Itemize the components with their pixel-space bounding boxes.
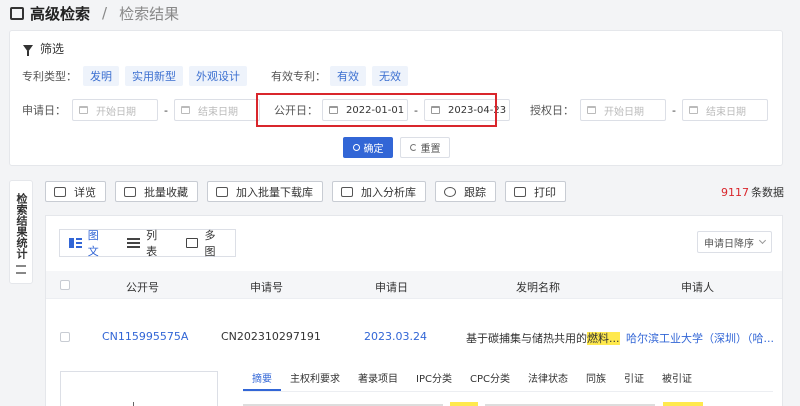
- search-icon: [352, 144, 360, 151]
- patent-type-label: 专利类型：: [22, 70, 77, 83]
- validity-invalid[interactable]: 无效: [372, 66, 408, 86]
- image-text-icon: [69, 238, 82, 248]
- filter-panel: 筛选 专利类型： 发明 实用新型 外观设计 有效专利： 有效 无效 申请日： 开…: [9, 30, 783, 166]
- chart-icon: [341, 186, 353, 197]
- list-icon: [127, 238, 141, 248]
- breadcrumb: 高级检索 / 检索结果: [10, 3, 179, 23]
- result-toolbar: 详览 批量收藏 加入批量下载库 加入分析库 跟踪 打印: [45, 181, 566, 202]
- detail-tab-ipc[interactable]: IPC分类: [407, 373, 461, 391]
- col-applicant[interactable]: 申请人: [681, 279, 714, 295]
- filter-header: 筛选: [23, 40, 64, 57]
- eye-icon: [444, 186, 456, 197]
- pub-no-link[interactable]: CN115995575A: [102, 330, 188, 343]
- detail-tab-citations[interactable]: 引证: [615, 373, 653, 391]
- result-count-number: 9117: [721, 186, 749, 199]
- apply-date-label: 申请日：: [22, 104, 66, 117]
- print-button[interactable]: 打印: [505, 181, 566, 202]
- patent-drawing-thumbnail[interactable]: [60, 371, 218, 406]
- patent-type-utility[interactable]: 实用新型: [125, 66, 183, 86]
- grant-date-end[interactable]: 结束日期: [681, 99, 768, 121]
- app-no: CN202310297191: [221, 330, 321, 343]
- col-app-date[interactable]: 申请日: [375, 279, 408, 295]
- calendar-icon: [180, 106, 190, 114]
- table-row: CN115995575A CN202310297191 2023.03.24 基…: [46, 323, 782, 353]
- col-pub-no[interactable]: 公开号: [126, 279, 159, 295]
- stats-panel-tab[interactable]: 检索结果统计: [9, 180, 33, 284]
- title-highlight: 燃料...: [587, 332, 620, 345]
- detail-tab-legal[interactable]: 法律状态: [519, 373, 577, 391]
- row-checkbox[interactable]: [60, 332, 70, 342]
- document-icon: [54, 186, 66, 197]
- validity-valid[interactable]: 有效: [330, 66, 366, 86]
- stats-panel-label: 检索结果统计: [15, 193, 28, 259]
- filter-type-row: 专利类型： 发明 实用新型 外观设计 有效专利： 有效 无效: [22, 66, 414, 86]
- confirm-button[interactable]: 确定: [343, 137, 393, 158]
- view-tab-list[interactable]: 列表: [118, 229, 176, 258]
- add-analysis-button[interactable]: 加入分析库: [332, 181, 426, 202]
- breadcrumb-separator: /: [102, 4, 108, 22]
- abstract-snippet-cutoff: [243, 400, 773, 406]
- calendar-icon: [79, 106, 88, 114]
- title-cell[interactable]: 基于碳捕集与储热共用的燃料...: [466, 330, 620, 346]
- grant-date-start[interactable]: 开始日期: [579, 99, 666, 121]
- view-mode-tabs: 图文 列表 多图: [59, 229, 236, 258]
- detail-tab-cpc[interactable]: CPC分类: [461, 373, 519, 391]
- view-tab-graphic[interactable]: 图文: [60, 229, 118, 258]
- table-header: 公开号 申请号 申请日 发明名称 申请人: [46, 271, 782, 299]
- batch-favorite-button[interactable]: 批量收藏: [115, 181, 198, 202]
- apply-date-end[interactable]: 结束日期: [173, 99, 260, 121]
- detail-tab-cited-by[interactable]: 被引证: [653, 373, 701, 391]
- sort-select[interactable]: 申请日降序: [697, 231, 772, 253]
- funnel-icon: [23, 45, 33, 56]
- applicant-link[interactable]: 哈尔滨工业大学（深圳）（哈...: [626, 330, 774, 346]
- patent-type-invention[interactable]: 发明: [83, 66, 119, 86]
- breadcrumb-result: 检索结果: [119, 4, 180, 23]
- col-app-no[interactable]: 申请号: [250, 279, 283, 295]
- breadcrumb-current[interactable]: 高级检索: [30, 3, 90, 24]
- result-count: 9117 条数据: [721, 184, 784, 200]
- col-title[interactable]: 发明名称: [516, 279, 560, 295]
- calendar-icon: [586, 106, 596, 114]
- printer-icon: [514, 186, 526, 197]
- select-all-checkbox[interactable]: [60, 280, 70, 290]
- app-date: 2023.03.24: [364, 330, 427, 343]
- image-icon: [185, 238, 199, 248]
- results-panel: 图文 列表 多图 申请日降序 公开号 申请号 申请日 发明名称 申请人 CN11…: [45, 215, 783, 406]
- result-count-unit: 条数据: [751, 186, 784, 199]
- detail-tabs-divider: [243, 391, 773, 392]
- chevron-down-icon: [758, 236, 767, 245]
- list-icon: [16, 265, 26, 274]
- detail-tab-bibliography[interactable]: 著录项目: [349, 373, 407, 391]
- apply-date-start[interactable]: 开始日期: [72, 99, 158, 121]
- add-download-button[interactable]: 加入批量下载库: [207, 181, 323, 202]
- reset-button[interactable]: 重置: [400, 137, 450, 158]
- publish-date-highlight-box: [256, 93, 497, 127]
- detail-tab-abstract[interactable]: 摘要: [243, 373, 281, 391]
- patent-type-design[interactable]: 外观设计: [189, 66, 247, 86]
- detail-tabs: 摘要 主权利要求 著录项目 IPC分类 CPC分类 法律状态 同族 引证 被引证: [243, 373, 701, 391]
- refresh-icon: [409, 144, 417, 151]
- validity-label: 有效专利：: [271, 70, 326, 83]
- grant-date-label: 授权日：: [529, 104, 574, 117]
- detail-tab-main-claim[interactable]: 主权利要求: [281, 373, 349, 391]
- folder-icon: [124, 186, 136, 197]
- home-icon[interactable]: [10, 6, 24, 20]
- calendar-icon: [688, 106, 698, 114]
- track-button[interactable]: 跟踪: [435, 181, 496, 202]
- view-tab-multi-image[interactable]: 多图: [177, 229, 235, 258]
- detail-view-button[interactable]: 详览: [45, 181, 106, 202]
- filter-title: 筛选: [40, 42, 65, 56]
- download-icon: [216, 186, 228, 197]
- detail-tab-family[interactable]: 同族: [577, 373, 615, 391]
